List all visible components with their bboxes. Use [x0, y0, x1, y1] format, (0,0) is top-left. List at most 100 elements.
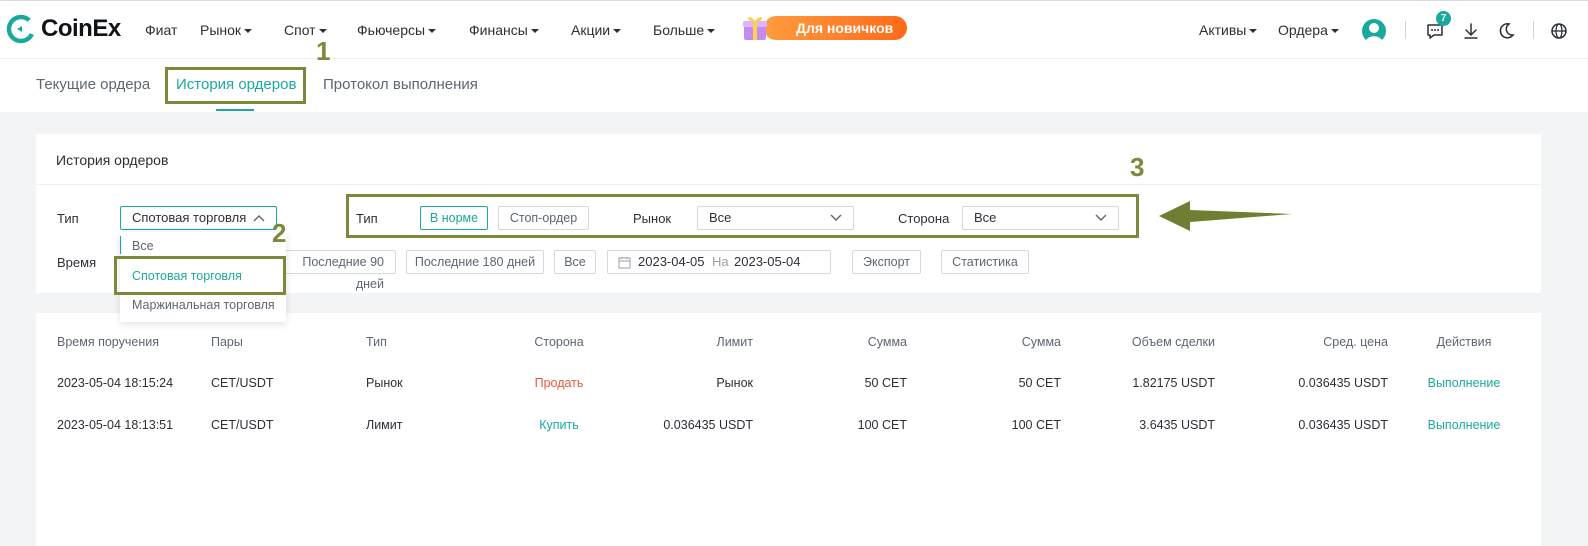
order-volume: 3.6435 USDT — [1139, 418, 1215, 432]
coinex-logo[interactable]: CoinEx — [6, 14, 121, 44]
column-header: Сред. цена — [1323, 335, 1388, 349]
order-pair: CET/USDT — [211, 418, 274, 432]
order-pair: CET/USDT — [211, 376, 274, 390]
dropdown-cursor — [120, 236, 121, 254]
nav-assets-label: Активы — [1199, 22, 1247, 38]
moon-icon[interactable] — [1496, 21, 1516, 41]
nav-assets[interactable]: Активы — [1199, 22, 1258, 38]
nav-futures-label: Фьючерсы — [357, 22, 426, 38]
user-icon — [1365, 23, 1383, 43]
date-to: 2023-05-04 — [734, 254, 801, 269]
nav-finance-label: Финансы — [469, 22, 528, 38]
order-type: Лимит — [366, 418, 403, 432]
column-header: Пары — [211, 335, 243, 349]
column-header: Объем сделки — [1131, 335, 1215, 349]
caret-down-icon — [1330, 28, 1339, 33]
annotation-arrow-icon — [1159, 201, 1292, 231]
order-time: 2023-05-04 18:13:51 — [57, 418, 174, 432]
order-filled-amount: 50 CET — [1018, 376, 1061, 390]
nav-finance[interactable]: Финансы — [469, 22, 539, 38]
nav-spot-label: Спот — [284, 22, 316, 38]
column-header: Тип — [366, 335, 387, 349]
user-avatar[interactable] — [1362, 19, 1386, 43]
annotation-number-3: 3 — [1130, 152, 1145, 182]
date-separator: На — [712, 254, 729, 269]
panel-title: История ордеров — [56, 152, 169, 168]
coinex-logo-icon — [6, 14, 36, 44]
nav-fiat-label: Фиат — [145, 22, 178, 38]
column-header: Сторона — [534, 335, 584, 349]
caret-down-icon — [428, 28, 437, 33]
annotation-number-1: 1 — [316, 36, 331, 66]
annotation-number-2: 2 — [272, 218, 287, 248]
order-amount: 50 CET — [864, 376, 907, 390]
divider — [1405, 21, 1406, 39]
nav-market-label: Рынок — [200, 22, 242, 38]
top-navigation: CoinEx Фиат Рынок Спот Фьючерсы Финансы … — [0, 0, 1588, 58]
nav-more[interactable]: Больше — [653, 22, 716, 38]
globe-icon[interactable] — [1549, 21, 1569, 41]
range-90-days-button[interactable]: Последние 90 дней — [270, 250, 396, 291]
nav-orders[interactable]: Ордера — [1278, 22, 1339, 38]
caret-down-icon — [530, 28, 539, 33]
range-180-days-button[interactable]: Последние 180 дней — [406, 250, 544, 274]
gift-icon — [743, 17, 767, 40]
order-amount: 100 CET — [857, 418, 907, 432]
active-tab-indicator — [216, 109, 254, 111]
order-avg-price: 0.036435 USDT — [1298, 418, 1388, 432]
newcomer-promo[interactable]: Для новичков — [740, 13, 908, 43]
trade-type-select[interactable]: Спотовая торговля — [120, 206, 277, 230]
column-header: Сумма — [867, 335, 907, 349]
date-from: 2023-04-05 — [638, 254, 705, 269]
newcomer-promo-label: Для новичков — [764, 16, 908, 40]
divider — [36, 184, 1541, 185]
nav-more-label: Больше — [653, 22, 705, 38]
tab-current-orders[interactable]: Текущие ордера — [36, 76, 150, 93]
order-avg-price: 0.036435 USDT — [1298, 376, 1388, 390]
nav-stocks[interactable]: Акции — [571, 22, 622, 38]
date-range-picker[interactable]: 2023-04-05 На 2023-05-04 — [607, 250, 831, 274]
chevron-up-icon — [253, 215, 265, 222]
annotation-box-1 — [165, 67, 306, 104]
execution-link[interactable]: Выполнение — [1414, 418, 1514, 432]
order-side: Купить — [539, 418, 579, 432]
trade-type-value: Спотовая торговля — [132, 210, 247, 225]
caret-down-icon — [707, 28, 716, 33]
type-label: Тип — [57, 211, 79, 226]
nav-futures[interactable]: Фьючерсы — [357, 22, 437, 38]
brand-name: CoinEx — [41, 15, 121, 42]
caret-down-icon — [1249, 28, 1258, 33]
caret-down-icon — [244, 28, 253, 33]
column-header: Сумма — [1021, 335, 1061, 349]
nav-orders-label: Ордера — [1278, 22, 1328, 38]
divider — [1533, 21, 1534, 39]
nav-market[interactable]: Рынок — [200, 22, 253, 38]
notification-badge: 7 — [1436, 11, 1451, 26]
range-all-button[interactable]: Все — [554, 250, 596, 274]
execution-link[interactable]: Выполнение — [1414, 376, 1514, 390]
order-limit: 0.036435 USDT — [663, 418, 753, 432]
download-icon[interactable] — [1461, 21, 1481, 41]
order-time: 2023-05-04 18:15:24 — [57, 376, 174, 390]
order-limit: Рынок — [716, 376, 753, 390]
caret-down-icon — [613, 28, 622, 33]
annotation-box-2 — [114, 256, 286, 295]
statistics-button[interactable]: Статистика — [941, 250, 1029, 274]
order-filled-amount: 100 CET — [1011, 418, 1061, 432]
column-header: Лимит — [716, 335, 754, 349]
column-header: Действия — [1436, 335, 1492, 349]
order-volume: 1.82175 USDT — [1132, 376, 1215, 390]
calendar-icon — [618, 257, 631, 269]
export-button[interactable]: Экспорт — [852, 250, 921, 274]
trade-type-option-all[interactable]: Все — [132, 239, 154, 253]
time-label: Время — [57, 255, 97, 270]
nav-fiat[interactable]: Фиат — [145, 22, 177, 38]
order-side: Продать — [534, 376, 584, 390]
order-type: Рынок — [366, 376, 403, 390]
caret-down-icon — [318, 28, 327, 33]
tab-execution-log[interactable]: Протокол выполнения — [323, 76, 478, 93]
column-header: Время поручения — [57, 335, 159, 349]
trade-type-option-margin[interactable]: Маржинальная торговля — [132, 298, 275, 312]
annotation-box-3 — [346, 194, 1139, 238]
nav-stocks-label: Акции — [571, 22, 611, 38]
